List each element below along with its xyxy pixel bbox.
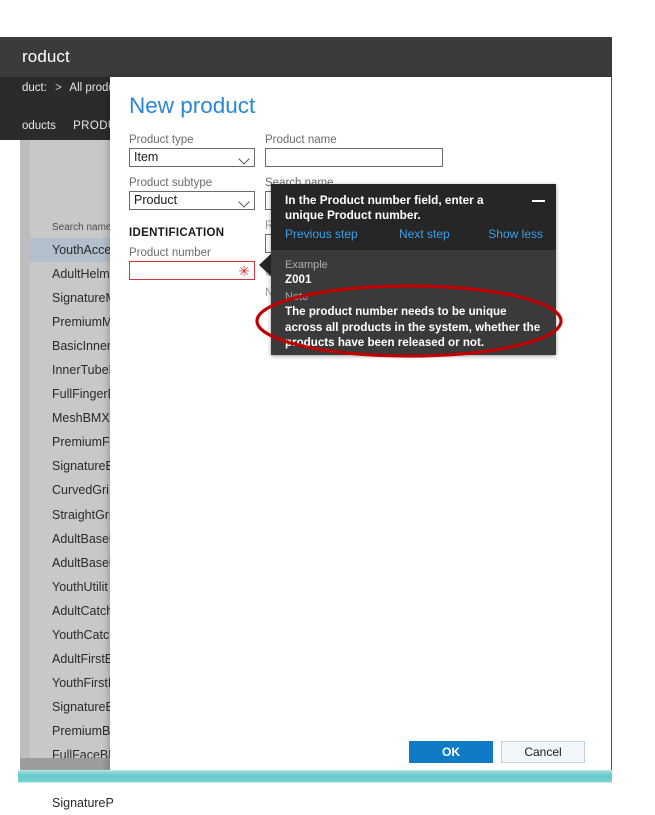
show-less-link[interactable]: Show less <box>488 227 543 241</box>
list-column-header-search-name: Search name <box>52 222 112 233</box>
new-product-dialog: New product Product type Item Product na… <box>110 77 611 771</box>
screenshot-root: roduct duct: > All produ oducts PRODUC S… <box>0 0 655 813</box>
field-product-type: Product type Item <box>129 134 255 167</box>
content-right-border <box>611 77 612 771</box>
list-scrollbar[interactable] <box>20 140 30 768</box>
bottom-accent-strip <box>18 770 612 783</box>
product-type-label: Product type <box>129 134 194 146</box>
breadcrumb-item-1[interactable]: All produ <box>69 82 114 94</box>
product-subtype-value: Product <box>134 193 178 207</box>
coachmark-message: In the Product number field, enter a uni… <box>285 193 484 222</box>
field-product-name: Product name <box>265 134 443 167</box>
product-type-value: Item <box>134 150 159 164</box>
product-type-select[interactable]: Item <box>129 148 255 167</box>
field-product-number: Product number ✳ <box>129 247 255 280</box>
product-name-label: Product name <box>265 134 337 146</box>
coachmark-body: Example Z001 Note The product number nee… <box>271 250 556 355</box>
cancel-button[interactable]: Cancel <box>501 741 585 763</box>
chevron-down-icon <box>238 153 250 165</box>
field-product-subtype: Product subtype Product <box>129 177 255 210</box>
product-number-label: Product number <box>129 247 211 259</box>
page-title: roduct <box>22 47 70 66</box>
breadcrumb-item-0[interactable]: duct: <box>22 82 47 94</box>
coachmark-example-value: Z001 <box>285 273 312 286</box>
required-asterisk-icon: ✳ <box>238 263 250 279</box>
chevron-down-icon <box>238 196 250 208</box>
ok-button[interactable]: OK <box>409 741 493 763</box>
tab-products[interactable]: oducts <box>22 120 56 132</box>
previous-step-link[interactable]: Previous step <box>285 227 358 241</box>
coachmark: In the Product number field, enter a uni… <box>271 184 556 355</box>
product-subtype-label: Product subtype <box>129 177 213 189</box>
breadcrumb-separator-icon: > <box>55 82 62 94</box>
coachmark-note-text: The product number needs to be unique ac… <box>285 305 541 349</box>
list-item[interactable]: SignatureP <box>30 791 310 815</box>
coachmark-links: Previous step Next step Show less <box>271 227 556 249</box>
product-number-input[interactable]: ✳ <box>129 261 255 280</box>
product-name-input[interactable] <box>265 148 443 167</box>
coachmark-example-label: Example <box>285 259 328 271</box>
minimize-icon[interactable] <box>532 195 545 206</box>
product-subtype-select[interactable]: Product <box>129 191 255 210</box>
next-step-link[interactable]: Next step <box>399 227 450 241</box>
section-header-identification: IDENTIFICATION <box>129 227 225 239</box>
coachmark-note-label: Note <box>285 291 309 303</box>
app-header: roduct <box>0 37 612 77</box>
dialog-title: New product <box>129 93 256 118</box>
